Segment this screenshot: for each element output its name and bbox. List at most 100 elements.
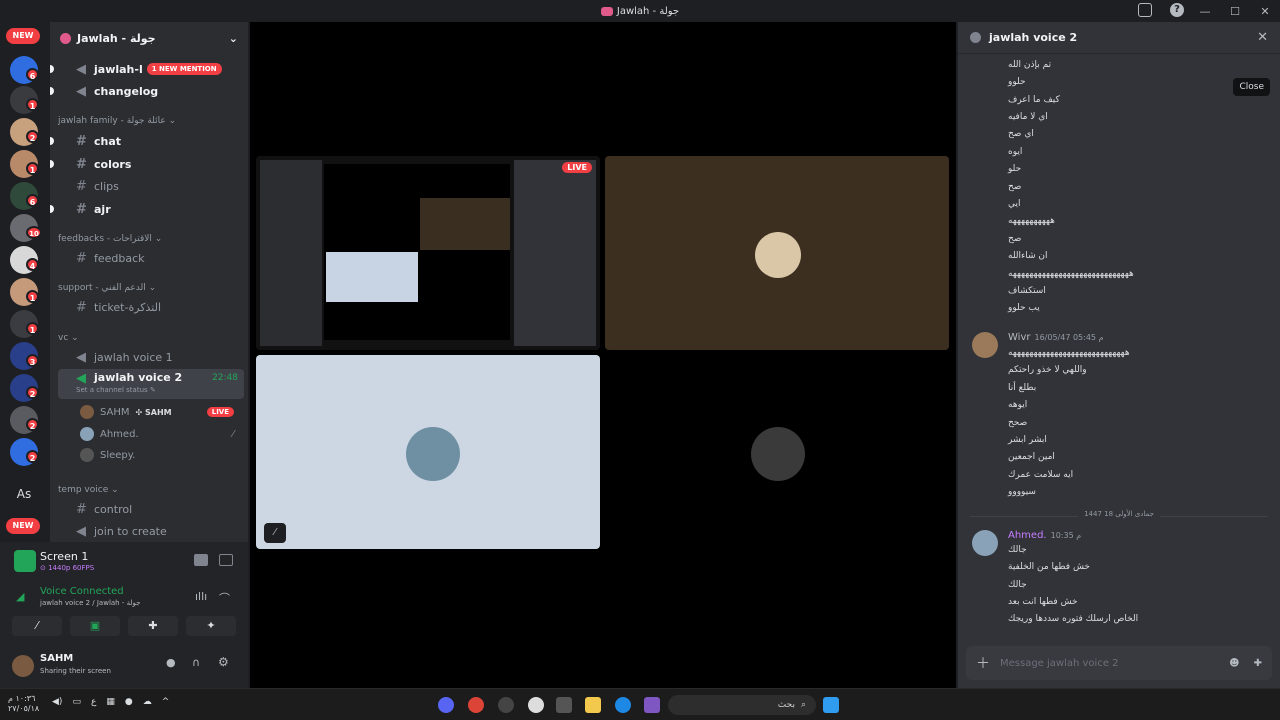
- channel-changelog[interactable]: ◀ changelog: [50, 81, 244, 101]
- voice-location[interactable]: jawlah voice 2 / Jawlah - جولة: [40, 599, 140, 607]
- message-line: كيف ما اعرف: [1008, 95, 1060, 105]
- channel-jawlah[interactable]: ◀ jawlah-l 1 NEW MENTION: [50, 59, 244, 79]
- participant-tile[interactable]: [605, 355, 949, 549]
- live-badge: LIVE: [562, 162, 592, 173]
- channel-label: feedback: [94, 251, 145, 265]
- avatar: [80, 448, 94, 462]
- channel-ticket[interactable]: # ticket-التذكرة: [58, 297, 244, 317]
- apps-icon[interactable]: ✚: [1254, 658, 1262, 669]
- app-icon[interactable]: [498, 697, 514, 713]
- close-icon[interactable]: ✕: [1257, 30, 1268, 45]
- message-line: سيوووو: [1008, 487, 1036, 497]
- unread-badge: 2: [26, 130, 39, 143]
- keyboard-icon[interactable]: ▦: [106, 697, 115, 707]
- hash-icon: #: [76, 201, 87, 217]
- avatar[interactable]: [972, 530, 998, 556]
- vc-user-sleepy[interactable]: Sleepy.: [80, 446, 240, 464]
- soundboard-button[interactable]: ✦: [186, 616, 236, 636]
- share-screen-button[interactable]: ▣: [70, 616, 120, 636]
- stop-stream-icon[interactable]: [194, 554, 208, 566]
- store-icon[interactable]: [556, 697, 572, 713]
- chat-title: jawlah voice 2: [989, 31, 1078, 44]
- participant-tile[interactable]: [605, 156, 949, 350]
- category-temp-voice[interactable]: temp voice ⌄: [58, 485, 119, 495]
- clock[interactable]: ١٠:٣٦ م ٢٧/٠٥/١٨: [8, 694, 39, 714]
- disconnect-icon[interactable]: ⌒: [219, 590, 230, 606]
- stream-tile-sahm[interactable]: LIVE: [256, 156, 600, 350]
- settings-icon[interactable]: [528, 697, 544, 713]
- voice-connected-label[interactable]: Voice Connected: [40, 586, 124, 597]
- message-placeholder[interactable]: Message jawlah voice 2: [1000, 658, 1229, 669]
- author-name[interactable]: Ahmed.: [1008, 530, 1047, 541]
- channel-status-prompt[interactable]: Set a channel status ✎: [76, 386, 156, 394]
- headphones-icon[interactable]: ∩: [192, 656, 200, 669]
- chevron-up-icon[interactable]: ^: [162, 697, 170, 707]
- unread-badge: 2: [26, 386, 39, 399]
- author-name[interactable]: Wivr: [1008, 332, 1030, 343]
- onedrive-icon[interactable]: ☁: [143, 697, 152, 707]
- channel-colors[interactable]: # colors: [50, 154, 244, 174]
- channel-feedback[interactable]: # feedback: [58, 248, 244, 268]
- channel-label: changelog: [94, 84, 159, 98]
- channel-ajr[interactable]: # ajr: [50, 199, 244, 219]
- channel-chat[interactable]: # chat: [50, 131, 244, 151]
- message-line: اي لا مافيه: [1008, 112, 1048, 122]
- volume-icon[interactable]: ◀): [52, 697, 62, 707]
- microphone-icon[interactable]: ●: [125, 697, 133, 707]
- server-header[interactable]: Jawlah - جولة ⌄: [50, 22, 248, 54]
- language-icon[interactable]: ع: [91, 697, 96, 707]
- unread-badge: 1: [26, 290, 39, 303]
- announcement-icon: ◀: [76, 83, 86, 99]
- search-bar[interactable]: بحث ⌕: [668, 695, 816, 715]
- gear-icon[interactable]: ⚙: [218, 655, 229, 669]
- message-list: تم بإذن الله حلوو كيف ما اعرف اي لا مافي…: [958, 56, 1280, 646]
- category-feedbacks[interactable]: feedbacks - الاقتراحات ⌄: [58, 234, 162, 244]
- discord-icon[interactable]: [438, 697, 454, 713]
- close-window-button[interactable]: ✕: [1250, 5, 1280, 18]
- user-name[interactable]: SAHM: [40, 653, 73, 664]
- chat-panel: jawlah voice 2 ✕ Close تم بإذن الله حلوو…: [958, 22, 1280, 688]
- voice-stage: LIVE ⁄: [250, 22, 956, 688]
- mention-pill[interactable]: 1 NEW MENTION: [146, 63, 222, 75]
- channel-join-to-create[interactable]: ◀ join to create: [58, 521, 244, 541]
- plus-icon[interactable]: ＋: [976, 653, 992, 673]
- activities-button[interactable]: ✚: [128, 616, 178, 636]
- message-line: ايي: [1008, 199, 1021, 209]
- minimize-button[interactable]: —: [1190, 5, 1220, 18]
- folder-icon[interactable]: [585, 697, 601, 713]
- message-input[interactable]: ＋ Message jawlah voice 2 ☻ ✚: [966, 646, 1272, 680]
- windows-start-icon[interactable]: [823, 697, 839, 713]
- emoji-icon[interactable]: ☻: [1229, 658, 1239, 669]
- maximize-button[interactable]: ☐: [1220, 5, 1250, 18]
- channel-clips[interactable]: # clips: [58, 176, 244, 196]
- channel-control[interactable]: # control: [58, 499, 244, 519]
- chrome-icon[interactable]: [468, 697, 484, 713]
- camera-off-button[interactable]: ⁄: [12, 616, 62, 636]
- stream-settings-icon[interactable]: [219, 554, 233, 566]
- server-initials[interactable]: As: [10, 480, 38, 508]
- title-bar: Jawlah - جولة ? — ☐ ✕: [0, 0, 1280, 22]
- message-author[interactable]: Ahmed. 10:35 م: [1008, 530, 1081, 541]
- category-support[interactable]: support - الدعم الفني ⌄: [58, 283, 156, 293]
- live-badge: LIVE: [206, 407, 234, 417]
- screen-share-row: Screen 1 ⊙ 1440p 60FPS: [12, 546, 240, 576]
- network-icon[interactable]: ▭: [72, 697, 81, 707]
- category-family[interactable]: jawlah family - عائلة جولة ⌄: [58, 116, 176, 126]
- avatar[interactable]: [12, 655, 34, 677]
- vc-user-sahm[interactable]: SAHM ✣ SAHM LIVE: [80, 403, 240, 421]
- channel-voice-1[interactable]: ◀ jawlah voice 1: [58, 347, 244, 367]
- microphone-icon[interactable]: ●: [166, 656, 176, 669]
- category-vc[interactable]: vc ⌄: [58, 333, 79, 343]
- stream-preview: [420, 198, 510, 250]
- channel-voice-2[interactable]: ◀ jawlah voice 2 22:48 Set a channel sta…: [58, 369, 244, 399]
- edge-icon[interactable]: [615, 697, 631, 713]
- day-divider-label: جمادى الأولى 18 1447: [1078, 510, 1160, 518]
- avatar[interactable]: [972, 332, 998, 358]
- help-icon[interactable]: ?: [1170, 3, 1184, 17]
- message-author[interactable]: Wivr 16/05/47 05:45 م: [1008, 332, 1104, 343]
- inbox-icon[interactable]: [1138, 3, 1152, 17]
- participant-tile[interactable]: ⁄: [256, 355, 600, 549]
- copilot-icon[interactable]: [644, 697, 660, 713]
- vc-user-ahmed[interactable]: Ahmed. ⁄: [80, 425, 240, 443]
- noise-suppression-icon[interactable]: ıllı: [195, 590, 207, 603]
